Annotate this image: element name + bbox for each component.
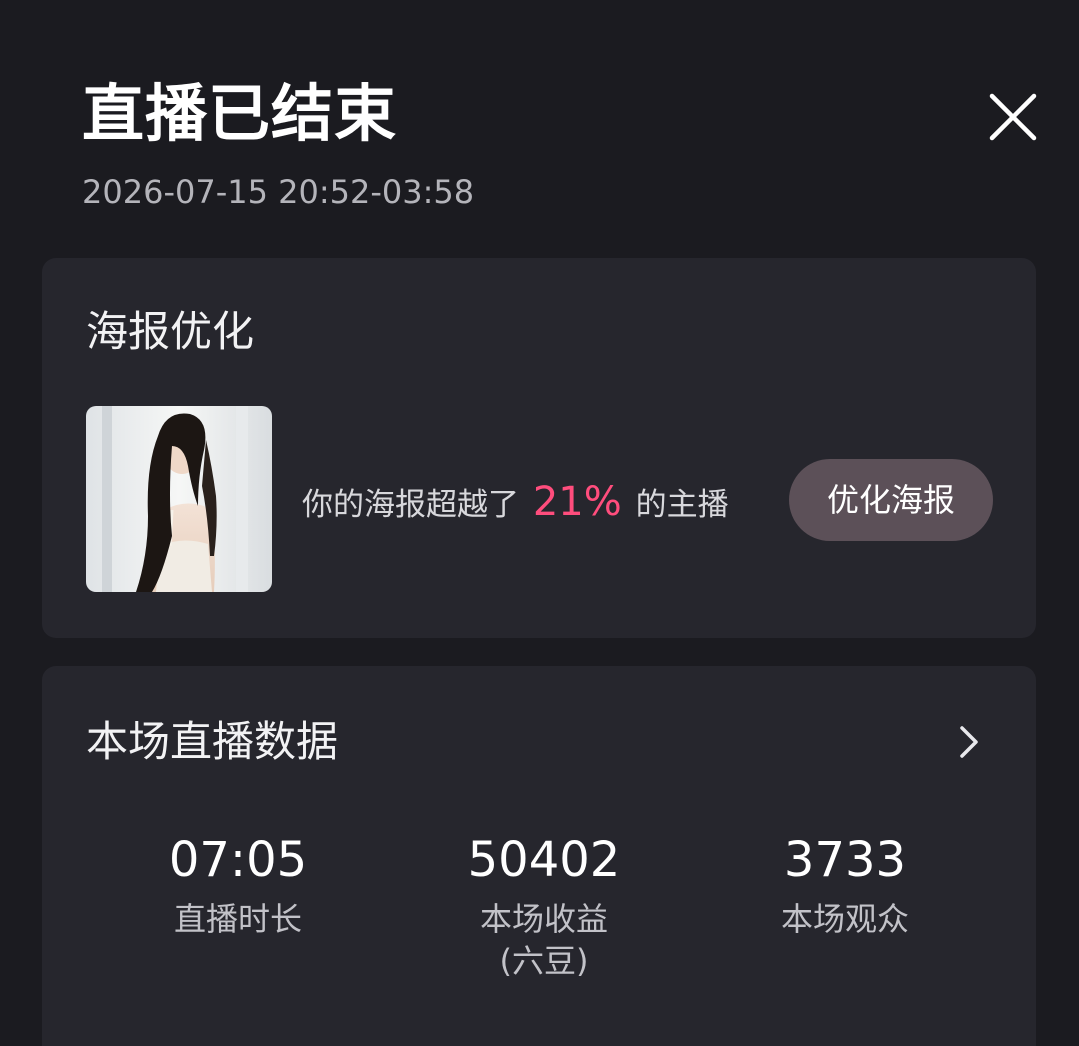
close-icon <box>989 93 1037 141</box>
page-title: 直播已结束 <box>82 77 398 150</box>
stat-viewers-value: 3733 <box>783 832 907 888</box>
rank-percent: 21% <box>532 479 622 525</box>
live-data-title: 本场直播数据 <box>86 717 339 766</box>
poster-thumbnail[interactable] <box>86 406 272 592</box>
optimize-poster-button[interactable]: 优化海报 <box>789 459 993 541</box>
stat-duration-label: 直播时长 <box>173 900 302 938</box>
stat-duration: 07:05 直播时长 <box>88 830 388 940</box>
stat-duration-value: 07:05 <box>168 832 308 888</box>
stat-revenue-value: 50402 <box>467 832 621 888</box>
poster-photo-icon <box>86 406 272 592</box>
stat-revenue-label: 本场收益 <box>479 900 608 938</box>
rank-prefix: 你的海报超越了 <box>302 487 519 523</box>
poster-rank-text: 你的海报超越了 21% 的主播 <box>302 472 729 535</box>
stat-revenue: 50402 本场收益 (六豆) <box>394 830 694 982</box>
stat-viewers-label: 本场观众 <box>780 900 909 938</box>
poster-optimization-card: 海报优化 你的海报超越了 21% 的主播 优化海报 <box>42 258 1036 638</box>
rank-suffix: 的主播 <box>635 487 729 523</box>
live-data-card[interactable]: 本场直播数据 07:05 直播时长 50402 本场收益 (六豆) 3733 本… <box>42 666 1036 1046</box>
live-time-range: 2026-07-15 20:52-03:58 <box>82 173 475 211</box>
live-data-detail-link[interactable] <box>954 722 984 762</box>
poster-card-title: 海报优化 <box>86 307 255 356</box>
chevron-right-icon <box>960 726 978 758</box>
stat-viewers: 3733 本场观众 <box>695 830 995 940</box>
stat-revenue-unit: (六豆) <box>499 942 589 980</box>
close-button[interactable] <box>986 90 1040 144</box>
